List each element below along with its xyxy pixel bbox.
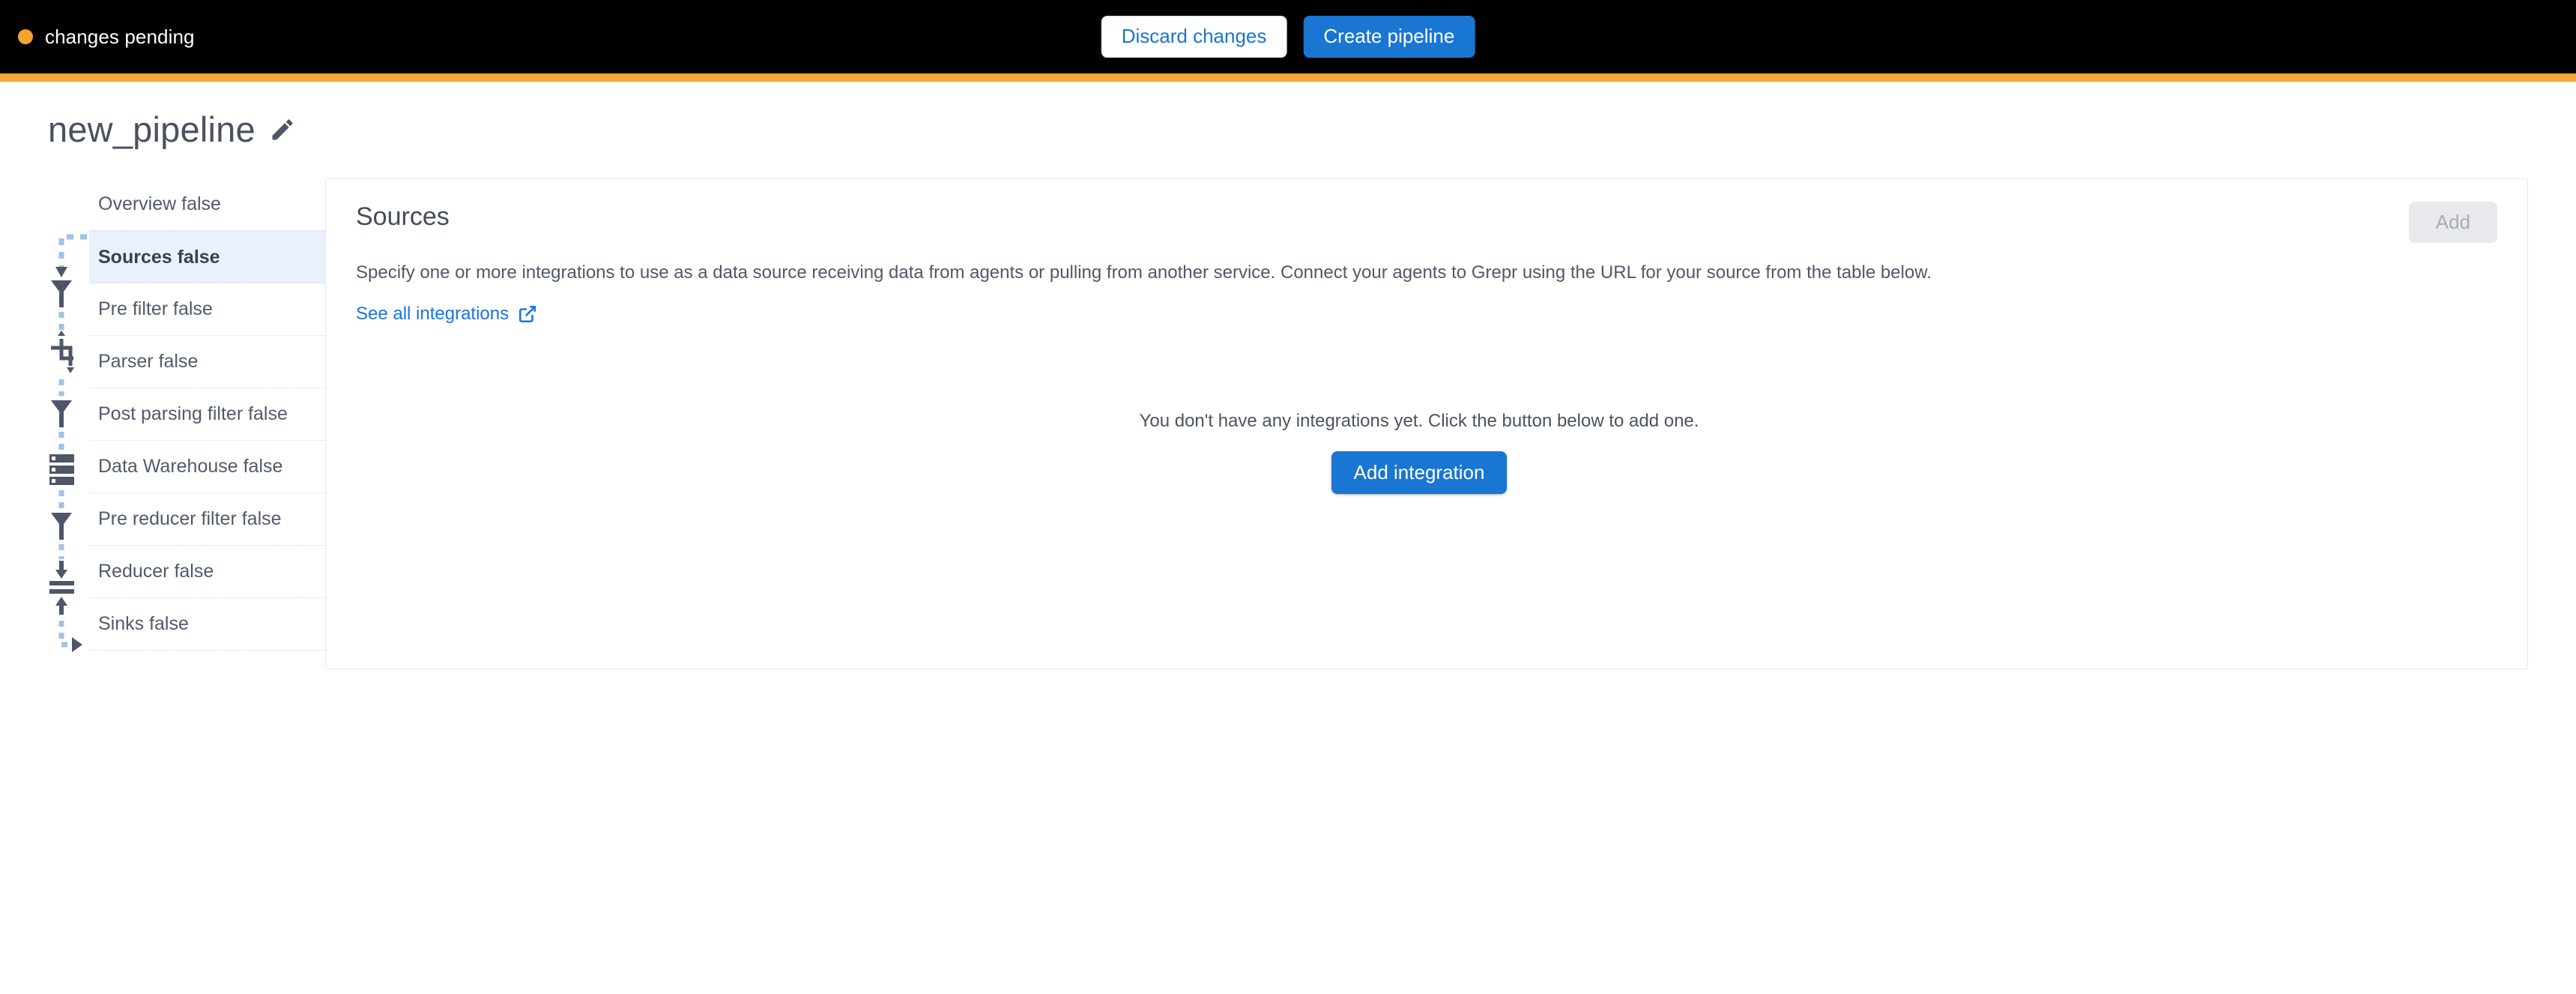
discard-changes-button[interactable]: Discard changes [1101,16,1287,58]
page-title-row: new_pipeline [0,82,2576,147]
add-button[interactable]: Add [2408,202,2497,243]
pending-status-dot-icon [18,29,33,44]
reducer-compress-icon [49,561,74,615]
sidebar-item-label: Reducer false [98,561,214,582]
page-body: Overview false Sources false Pre filter … [0,147,2576,669]
filter-funnel-icon [51,400,72,427]
filter-funnel-icon [51,280,72,307]
pipeline-stage-sidebar: Overview false Sources false Pre filter … [0,178,348,652]
top-status-bar: changes pending Discard changes Create p… [0,0,2576,73]
empty-state: You don't have any integrations yet. Cli… [341,411,2497,495]
sidebar-item-data-warehouse[interactable]: Data Warehouse false [89,441,348,493]
sources-panel: Sources Add Specify one or more integrat… [325,178,2528,669]
add-integration-button[interactable]: Add integration [1331,451,1508,495]
create-pipeline-button[interactable]: Create pipeline [1303,16,1475,58]
sidebar-item-label: Post parsing filter false [98,403,288,424]
pending-changes-stripe [0,73,2576,82]
see-all-integrations-link[interactable]: See all integrations [356,304,509,325]
sidebar-item-pre-filter[interactable]: Pre filter false [89,283,348,336]
sidebar-item-label: Pre filter false [98,298,213,319]
empty-state-text: You don't have any integrations yet. Cli… [1139,411,1699,432]
sidebar-item-sinks[interactable]: Sinks false [89,598,348,651]
sidebar-item-label: Data Warehouse false [98,456,283,477]
sidebar-item-post-parsing-filter[interactable]: Post parsing filter false [89,388,348,441]
pencil-icon[interactable] [269,116,296,143]
panel-title: Sources [356,202,450,231]
status-indicator-group: changes pending [0,25,195,49]
stage-list: Overview false Sources false Pre filter … [89,178,348,651]
sidebar-item-label: Parser false [98,351,199,372]
database-server-icon [49,454,74,485]
sidebar-item-label: Sources false [98,246,220,268]
sink-arrow-icon [72,637,82,652]
status-text: changes pending [45,25,195,48]
panel-header: Sources Add [341,202,2497,243]
sidebar-item-reducer[interactable]: Reducer false [89,546,348,598]
sidebar-item-pre-reducer-filter[interactable]: Pre reducer filter false [89,493,348,546]
pipeline-connector-rail [48,178,93,652]
parser-transform-icon [51,339,73,366]
sidebar-item-sources[interactable]: Sources false [89,231,348,283]
filter-funnel-icon [51,513,72,540]
see-all-integrations-row: See all integrations [341,304,537,325]
external-link-icon[interactable] [518,304,537,324]
panel-description: Specify one or more integrations to use … [356,262,1932,283]
sidebar-item-label: Overview false [98,193,221,214]
sidebar-item-overview[interactable]: Overview false [89,178,348,231]
topbar-action-buttons: Discard changes Create pipeline [1101,16,1475,58]
page-title: new_pipeline [48,109,256,149]
sidebar-item-label: Pre reducer filter false [98,508,282,529]
sidebar-item-parser[interactable]: Parser false [89,336,348,388]
sidebar-item-label: Sinks false [98,613,189,634]
